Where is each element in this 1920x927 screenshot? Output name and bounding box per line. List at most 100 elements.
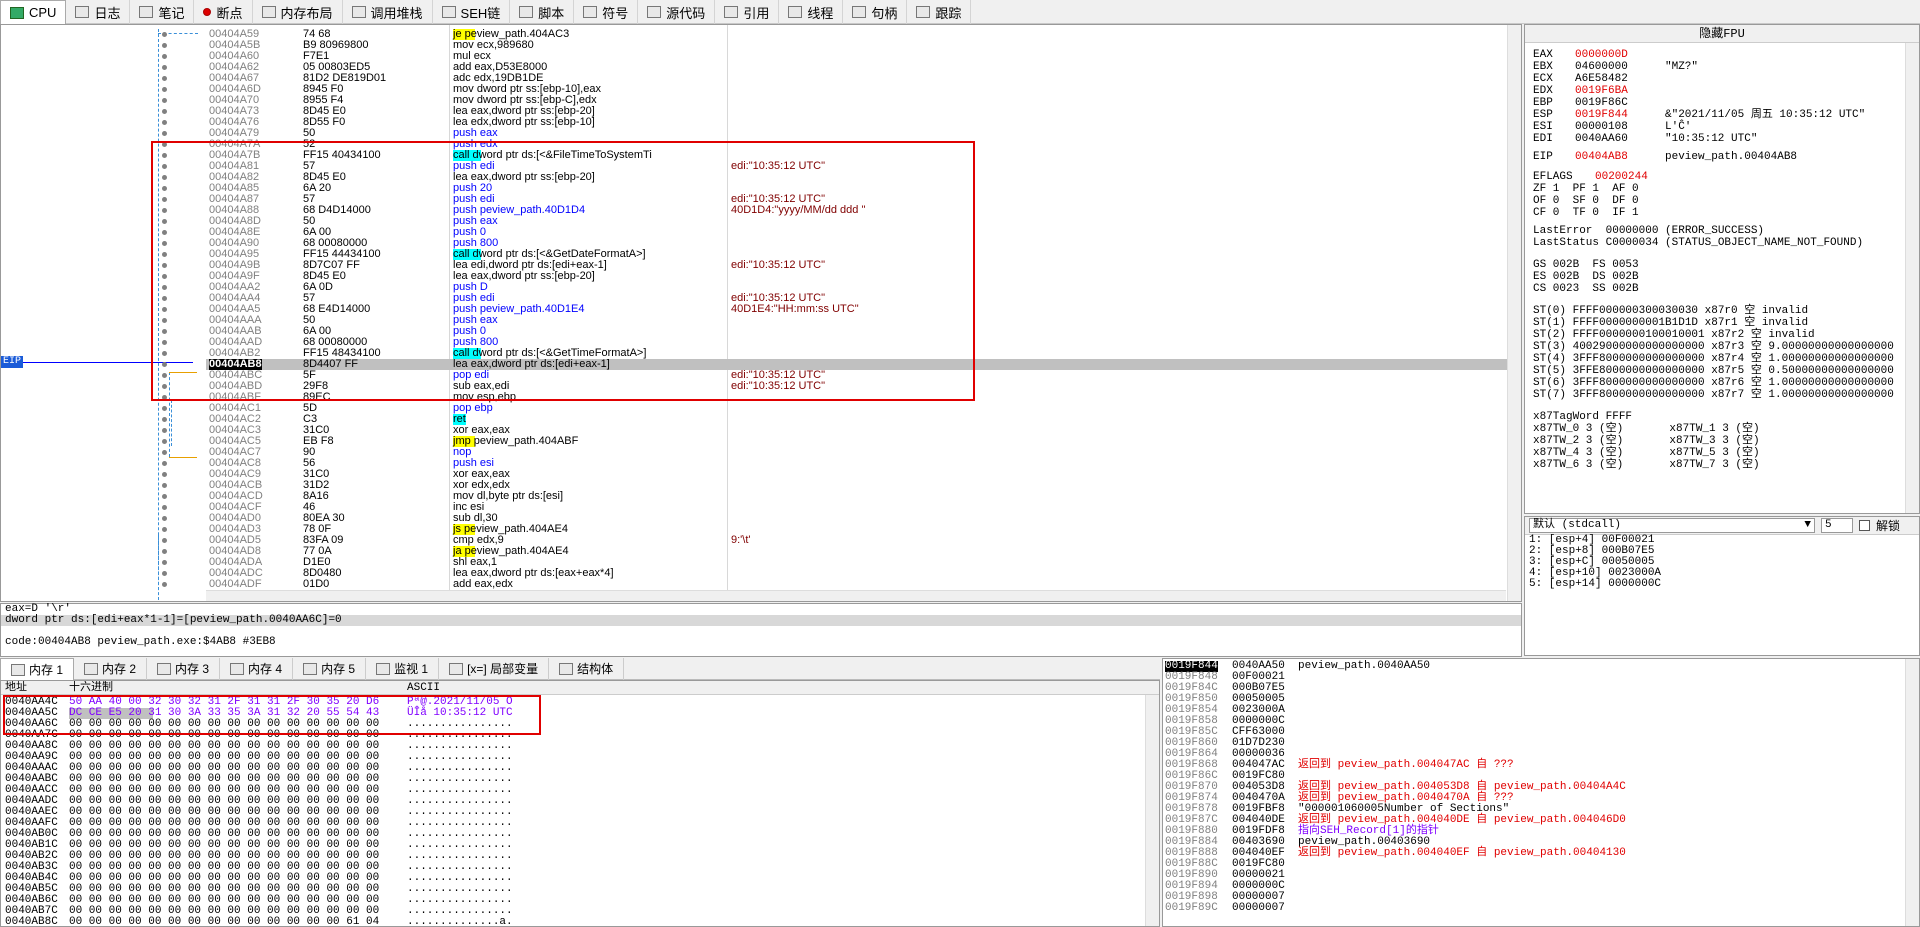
disasm-bytes[interactable]: 01D0 [303, 579, 329, 590]
tab-handles[interactable]: 句柄 [843, 0, 908, 24]
call-convention-select[interactable]: 默认 (stdcall) ▼ [1529, 518, 1815, 533]
stack-view[interactable]: 0019F844 0040AA50 peview_path.0040AA50 0019… [1162, 658, 1920, 927]
breakpoint-dot[interactable] [162, 417, 167, 422]
tab-source[interactable]: 源代码 [638, 0, 716, 24]
hide-fpu-button[interactable]: 隐藏FPU [1525, 25, 1919, 43]
breakpoint-dot[interactable] [162, 516, 167, 521]
breakpoint-dot[interactable] [162, 450, 167, 455]
flags-row[interactable]: OF 0 SF 0 DF 0 [1533, 195, 1639, 207]
disasm-instruction[interactable]: add eax,edx [453, 579, 513, 590]
tab-script[interactable]: 脚本 [510, 0, 575, 24]
memory-tab[interactable]: 内存 4 [220, 658, 294, 680]
breakpoint-dot[interactable] [162, 439, 167, 444]
stack-value[interactable]: 00000007 [1232, 903, 1285, 914]
fpu-row[interactable]: ST(6) 3FFF8000000000000000 x87r6 空 1.000… [1533, 377, 1894, 389]
fpu-row[interactable]: ST(3) 40029000000000000000 x87r3 空 9.000… [1533, 341, 1894, 353]
tab-memory-map[interactable]: 内存布局 [253, 0, 343, 24]
tab-call-stack[interactable]: 调用堆栈 [343, 0, 433, 24]
register-value[interactable]: A6E58482 [1575, 73, 1665, 85]
breakpoint-dot[interactable] [162, 87, 167, 92]
tab-references[interactable]: 引用 [715, 0, 780, 24]
register-row[interactable]: EAX 0000000D [1533, 49, 1665, 61]
breakpoint-dot[interactable] [162, 560, 167, 565]
register-value[interactable]: 0000000D [1575, 49, 1665, 61]
disassembly-vertical-scrollbar[interactable] [1507, 25, 1521, 601]
disassembly-horizontal-scrollbar[interactable] [206, 590, 1506, 601]
tab-cpu[interactable]: CPU [0, 0, 67, 24]
register-value[interactable]: 00404AB8 [1575, 151, 1665, 163]
unlock-checkbox[interactable] [1859, 520, 1870, 531]
breakpoint-dot[interactable] [162, 549, 167, 554]
register-row[interactable]: EBX 04600000 "MZ?" [1533, 61, 1698, 73]
register-row[interactable]: ECX A6E58482 [1533, 73, 1665, 85]
tab-seh-chain[interactable]: SEH链 [433, 0, 511, 24]
register-row[interactable]: EBP 0019F86C [1533, 97, 1665, 109]
segment-row[interactable]: ES 002B DS 002B [1533, 271, 1639, 283]
stack-row[interactable]: 0019F89C 00000007 [1163, 903, 1903, 914]
memory-tab[interactable]: 内存 5 [293, 658, 367, 680]
memory-tab[interactable]: 内存 1 [0, 658, 75, 680]
tab-notes[interactable]: 笔记 [130, 0, 195, 24]
breakpoint-dot[interactable] [162, 120, 167, 125]
tab-log[interactable]: 日志 [66, 0, 131, 24]
register-value[interactable]: 0019F86C [1575, 97, 1665, 109]
register-value[interactable]: 0019F844 [1575, 109, 1665, 121]
breakpoint-dot[interactable] [162, 483, 167, 488]
tab-breakpoint[interactable]: 断点 [194, 0, 253, 24]
register-row[interactable]: EFLAGS 00200244 [1533, 171, 1648, 183]
breakpoint-dot[interactable] [162, 494, 167, 499]
disasm-address[interactable]: 00404ADF [209, 579, 262, 590]
register-row[interactable]: ESP 0019F844 &"2021/11/05 周五 10:35:12 UTC" [1533, 109, 1865, 121]
disasm-comment[interactable]: 9:'\t' [731, 535, 751, 546]
fpu-row[interactable]: ST(4) 3FFF8000000000000000 x87r4 空 1.000… [1533, 353, 1894, 365]
breakpoint-dot[interactable] [162, 571, 167, 576]
register-row[interactable]: EDX 0019F6BA [1533, 85, 1665, 97]
tab-symbols[interactable]: 符号 [574, 0, 639, 24]
arg-count-spinner[interactable]: 5 [1821, 518, 1853, 533]
breakpoint-dot[interactable] [162, 131, 167, 136]
breakpoint-dot[interactable] [162, 406, 167, 411]
breakpoint-dot[interactable] [162, 582, 167, 587]
breakpoint-dot[interactable] [162, 109, 167, 114]
breakpoint-dot[interactable] [162, 428, 167, 433]
dump-hex[interactable]: 00 00 00 00 00 00 00 00 00 00 00 00 00 0… [69, 917, 379, 927]
breakpoint-dot[interactable] [162, 472, 167, 477]
fpu-row[interactable]: ST(5) 3FFE8000000000000000 x87r5 空 0.500… [1533, 365, 1894, 377]
tab-trace[interactable]: 跟踪 [907, 0, 972, 24]
fpu-row[interactable]: ST(7) 3FFF8000000000000000 x87r7 空 1.000… [1533, 389, 1894, 401]
register-row[interactable]: EDI 0040AA60 "10:35:12 UTC" [1533, 133, 1757, 145]
call-arg-row[interactable]: 5: [esp+14] 0000000C [1525, 579, 1919, 590]
register-row[interactable]: ESI 00000108 L'Ĉ' [1533, 121, 1691, 133]
memory-tab[interactable]: 监视 1 [366, 658, 440, 680]
register-value[interactable]: 00000108 [1575, 121, 1665, 133]
breakpoint-dot[interactable] [162, 461, 167, 466]
breakpoint-dot[interactable] [162, 527, 167, 532]
disasm-instruction[interactable]: jmp peview_path.404ABF [453, 436, 579, 447]
segment-row[interactable]: GS 002B FS 0053 [1533, 259, 1639, 271]
register-value[interactable]: 0040AA60 [1575, 133, 1665, 145]
registers-pane[interactable]: 隐藏FPU EAX 0000000D EBX 04600000 "MZ?" ECX A6E5… [1524, 24, 1920, 514]
memory-tab[interactable]: [x=] 局部变量 [439, 658, 550, 680]
flags-row[interactable]: CF 0 TF 0 IF 1 [1533, 207, 1639, 219]
breakpoint-dot[interactable] [162, 32, 167, 37]
stack-scrollbar[interactable] [1905, 659, 1919, 926]
memory-tab[interactable]: 结构体 [549, 658, 625, 680]
flags-row[interactable]: ZF 1 PF 1 AF 0 [1533, 183, 1639, 195]
dump-scrollbar[interactable] [1145, 695, 1159, 926]
register-row[interactable]: EIP 00404AB8 peview_path.00404AB8 [1533, 151, 1797, 163]
breakpoint-dot[interactable] [162, 54, 167, 59]
fpu-row[interactable]: ST(1) FFFF0000000001B1D1D x87r1 空 invali… [1533, 317, 1808, 329]
fpu-row[interactable]: ST(2) FFFF0000000100010001 x87r2 空 inval… [1533, 329, 1815, 341]
memory-tab[interactable]: 内存 2 [74, 658, 148, 680]
tab-threads[interactable]: 线程 [779, 0, 844, 24]
register-value[interactable]: 04600000 [1575, 61, 1665, 73]
breakpoint-dot[interactable] [162, 98, 167, 103]
register-value[interactable]: 0019F6BA [1575, 85, 1665, 97]
breakpoint-dot[interactable] [162, 43, 167, 48]
segment-row[interactable]: CS 0023 SS 002B [1533, 283, 1639, 295]
memory-dump[interactable]: 地址 十六进制 ASCII 0040AA4C 50 AA 40 00 32 30 … [0, 680, 1160, 927]
breakpoint-dot[interactable] [162, 538, 167, 543]
registers-scrollbar[interactable] [1905, 43, 1919, 513]
dump-ascii[interactable]: ..............a. [407, 917, 513, 927]
fpu-row[interactable]: ST(0) FFFF000000300030030 x87r0 空 invali… [1533, 305, 1808, 317]
